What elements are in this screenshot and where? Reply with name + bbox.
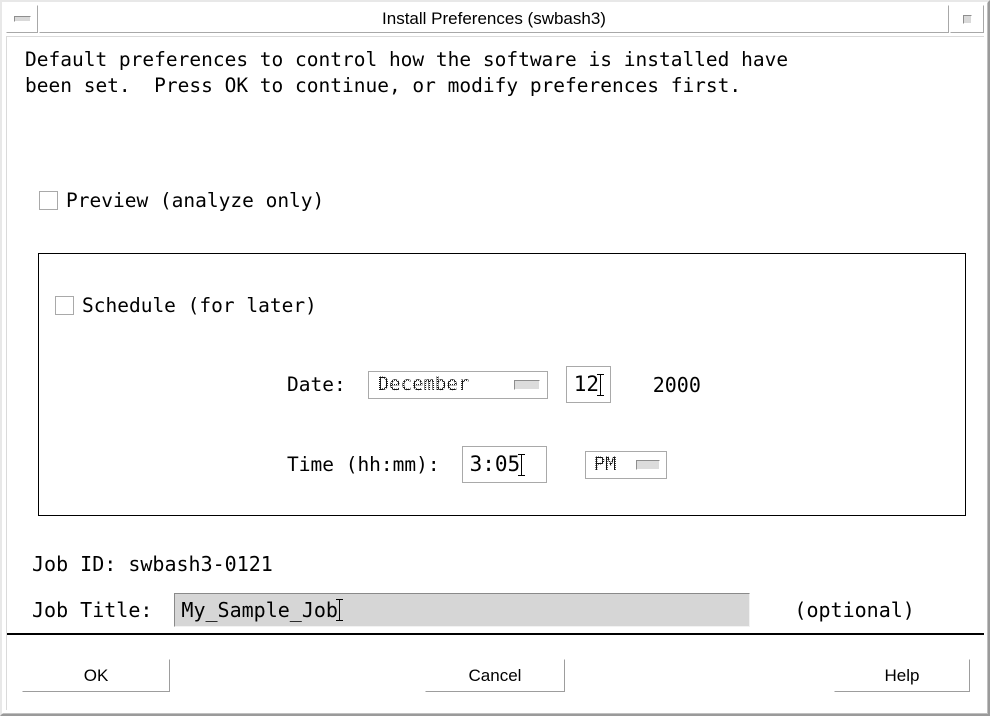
date-label: Date: [287,372,346,396]
dialog-description: Default preferences to control how the s… [25,47,965,99]
job-title-label: Job Title: [32,598,153,622]
install-preferences-window: Install Preferences (swbash3) Default pr… [0,0,990,716]
button-bar: OK Cancel Help [7,635,984,710]
minimize-icon [13,16,31,22]
maximize-icon [962,14,972,24]
text-caret [597,373,604,396]
job-title-row: Job Title: My_Sample_Job (optional) [32,593,915,627]
date-year-value: 2000 [652,372,701,397]
window-title: Install Preferences (swbash3) [39,5,949,33]
preview-checkbox-row[interactable]: Preview (analyze only) [39,191,324,211]
schedule-checkbox-row[interactable]: Schedule (for later) [55,296,317,316]
time-ampm-dropdown[interactable]: PM [584,450,667,479]
schedule-checkbox-label: Schedule (for later) [82,294,317,317]
chevron-down-icon [513,379,540,390]
date-day-input[interactable]: 12 [565,366,611,403]
help-button[interactable]: Help [834,659,970,692]
dialog-client-area: Default preferences to control how the s… [6,36,984,710]
time-ampm-value: PM [593,455,628,474]
text-caret [335,599,343,621]
time-input[interactable]: 3:05 [461,446,547,483]
job-title-value: My_Sample_Job [181,598,338,622]
job-title-optional-note: (optional) [794,598,915,622]
cancel-button[interactable]: Cancel [425,659,565,692]
date-day-value: 12 [573,372,599,396]
date-month-value: December [377,375,504,394]
minimize-button[interactable] [6,5,38,33]
description-line-1: Default preferences to control how the s… [25,48,789,71]
description-line-2: been set. Press OK to continue, or modif… [25,74,742,97]
text-caret [518,453,526,476]
preview-checkbox[interactable] [39,191,58,211]
time-value: 3:05 [469,452,521,476]
schedule-group-frame: Schedule (for later) Date: December 12 2… [38,253,966,516]
time-label: Time (hh:mm): [287,452,440,476]
job-id-text: Job ID: swbash3-0121 [32,552,273,576]
ok-button[interactable]: OK [22,659,170,692]
title-bar[interactable]: Install Preferences (swbash3) [6,5,984,33]
preview-checkbox-label: Preview (analyze only) [66,189,325,212]
date-row: Date: December 12 2000 [287,366,701,403]
maximize-button[interactable] [950,5,984,33]
time-row: Time (hh:mm): 3:05 PM [287,446,667,483]
job-title-input[interactable]: My_Sample_Job [174,593,751,627]
chevron-down-icon [635,459,660,470]
date-month-dropdown[interactable]: December [367,370,548,399]
schedule-checkbox[interactable] [55,296,74,316]
